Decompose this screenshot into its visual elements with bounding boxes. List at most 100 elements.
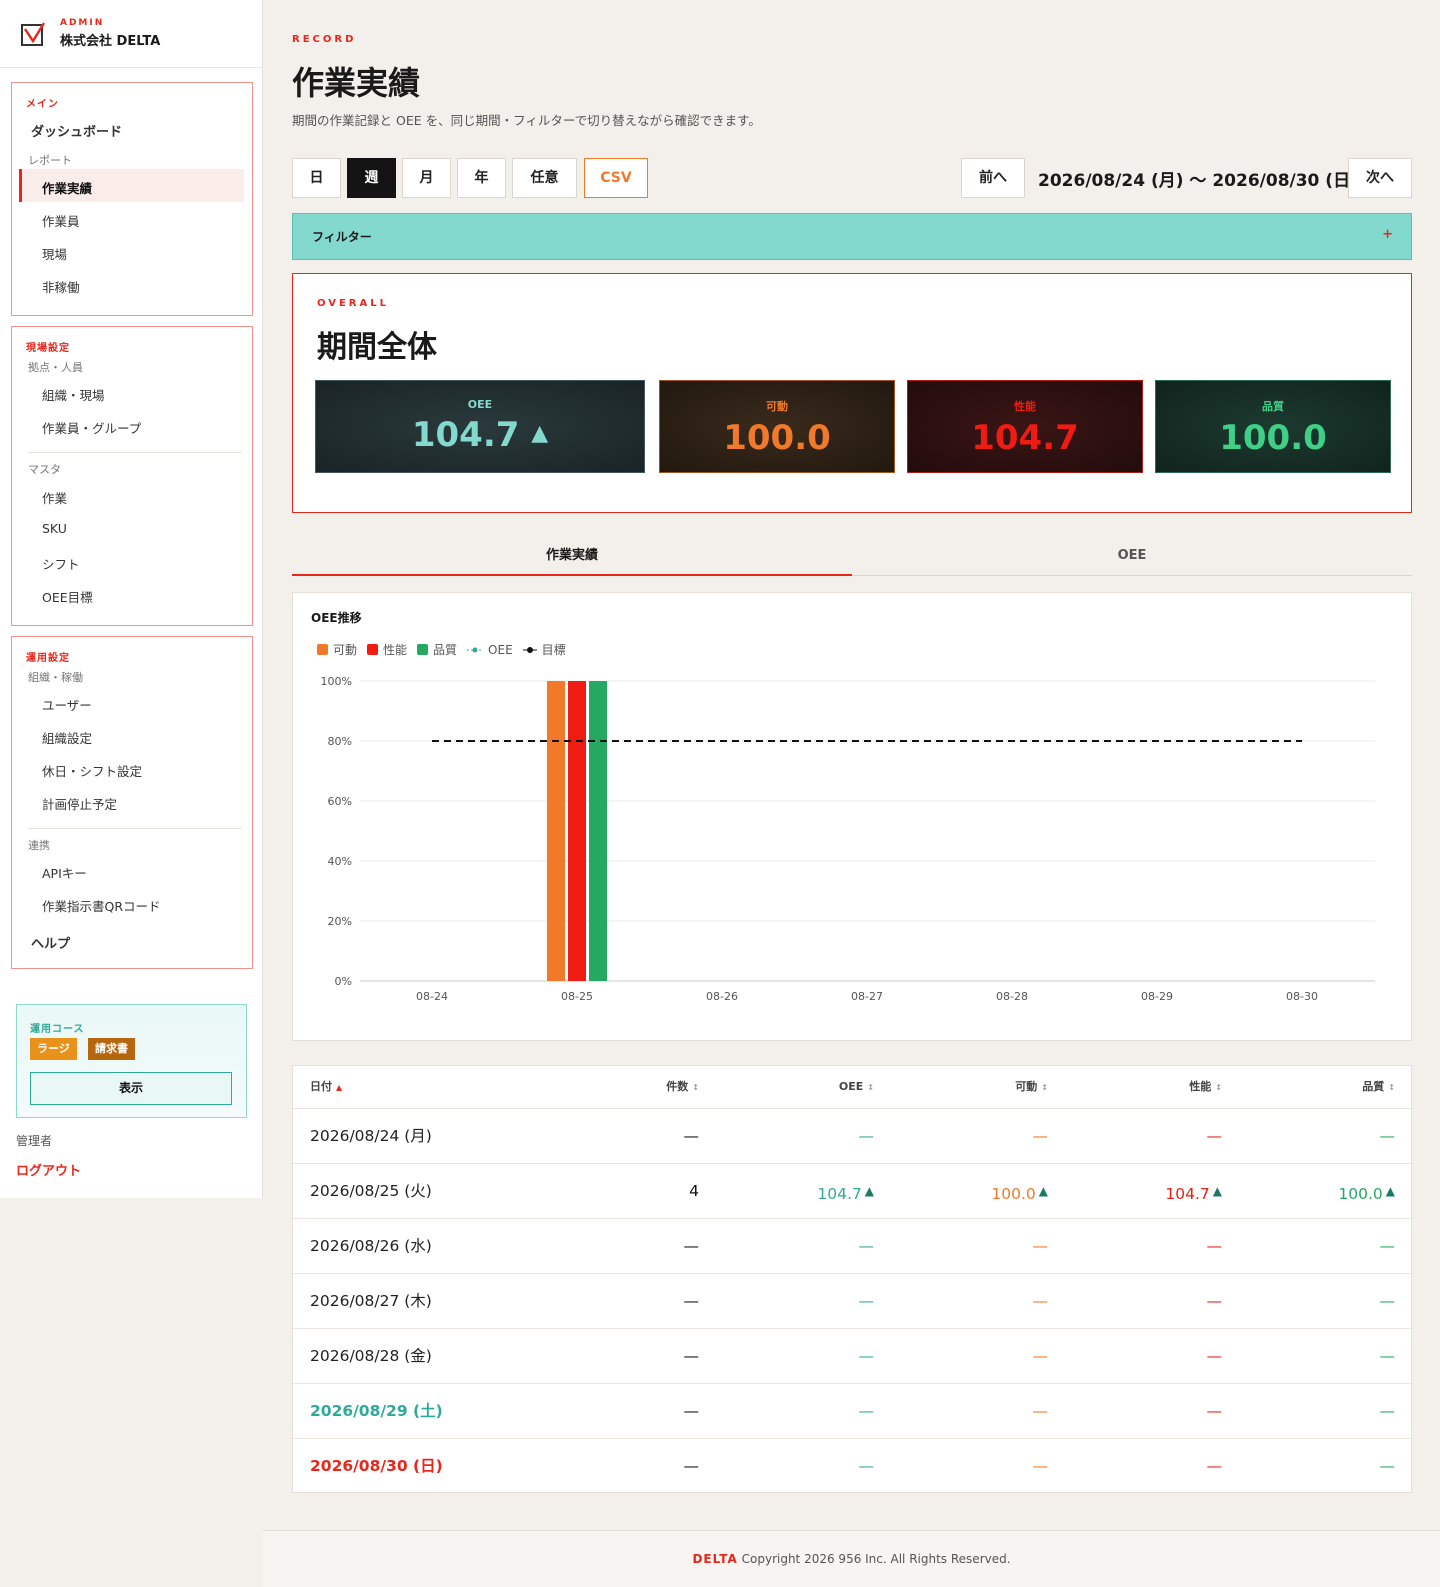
sidebar-item-tasks[interactable]: 作業 (42, 488, 67, 507)
cell-count: — (683, 1127, 700, 1145)
cell-count: 4 (689, 1182, 699, 1200)
cell-perf: — (1206, 1127, 1223, 1145)
filter-bar[interactable]: フィルター + (292, 213, 1412, 260)
sidebar-item-workers[interactable]: 作業員 (42, 211, 80, 230)
sort-icon: ↕ (692, 1083, 699, 1092)
legend-label: 可動 (333, 643, 358, 657)
tab-records[interactable]: 作業実績 (292, 536, 852, 576)
cell-oee: — (858, 1402, 875, 1420)
legend-swatch (417, 644, 429, 655)
chart-legend: 可動 性能 品質 OEE 目標 (317, 641, 566, 658)
sidebar-item-help[interactable]: ヘルプ (31, 933, 70, 952)
cell-avail: — (1032, 1347, 1049, 1365)
sidebar-item-records[interactable]: 作業実績 (42, 178, 92, 197)
legend-label: 品質 (433, 643, 458, 657)
chart-title: OEE推移 (311, 611, 362, 625)
legend-swatch (317, 644, 328, 655)
col-header-availability[interactable]: 可動 ↕ (1015, 1066, 1048, 1108)
kpi-oee-value: 104.7 (411, 415, 520, 455)
cell-qual: — (1379, 1292, 1396, 1310)
records-table: 日付 ▲ 件数 ↕ OEE ↕ 可動 ↕ 性能 ↕ 品質 ↕ 2026/08/24 (月) —… (292, 1065, 1412, 1493)
sidebar-item-sku[interactable]: SKU (42, 521, 67, 536)
course-label: 運用コース (30, 1024, 85, 1035)
cell-oee: — (858, 1237, 875, 1255)
sort-icon: ↕ (867, 1083, 874, 1092)
period-year-button[interactable]: 年 (457, 158, 506, 198)
sort-icon: ↕ (1215, 1083, 1222, 1092)
filter-label: フィルター (312, 230, 372, 244)
page-eyebrow: RECORD (292, 34, 357, 45)
up-arrow-icon: ▲ (1038, 1184, 1048, 1198)
brand-name: 株式会社 DELTA (60, 34, 161, 49)
cell-oee: — (858, 1292, 875, 1310)
legend-item: 目標 (522, 641, 566, 658)
sidebar-item-org-site[interactable]: 組織・現場 (42, 385, 105, 404)
sidebar-item-dashboard[interactable]: ダッシュボード (31, 121, 122, 140)
course-badge-large: ラージ (30, 1038, 77, 1060)
brand[interactable]: ADMIN 株式会社 DELTA (0, 0, 262, 68)
sidebar-item-api-keys[interactable]: APIキー (42, 863, 87, 882)
x-tick-label: 08-27 (851, 990, 883, 1003)
cell-avail: — (1032, 1127, 1049, 1145)
sidebar-item-qr-codes[interactable]: 作業指示書QRコード (42, 896, 161, 915)
sort-icon: ↕ (1388, 1083, 1395, 1092)
cell-oee: — (858, 1457, 875, 1475)
sidebar-item-users[interactable]: ユーザー (42, 695, 92, 714)
cell-qual: — (1379, 1347, 1396, 1365)
logout-link[interactable]: ログアウト (16, 1160, 81, 1179)
prev-period-button[interactable]: 前へ (961, 158, 1025, 198)
bar-性能 (568, 681, 586, 981)
table-row: 2026/08/24 (月) — — — — — (293, 1108, 1411, 1163)
expand-icon[interactable]: + (1382, 227, 1393, 242)
sidebar-item-holiday-shift[interactable]: 休日・シフト設定 (42, 761, 142, 780)
period-day-button[interactable]: 日 (292, 158, 341, 198)
col-header-quality[interactable]: 品質 ↕ (1362, 1066, 1395, 1108)
legend-line-icon (467, 647, 484, 652)
view-tabs: 作業実績 OEE (292, 536, 1412, 576)
col-header-date[interactable]: 日付 ▲ (310, 1066, 342, 1108)
sidebar-item-org-settings[interactable]: 組織設定 (42, 728, 92, 747)
col-header-performance[interactable]: 性能 ↕ (1189, 1066, 1222, 1108)
sidebar-item-worker-group[interactable]: 作業員・グループ (42, 418, 141, 437)
col-header-count[interactable]: 件数 ↕ (666, 1066, 699, 1108)
cell-avail: — (1032, 1292, 1049, 1310)
sidebar-item-sites[interactable]: 現場 (42, 244, 67, 263)
cell-date: 2026/08/30 (日) (310, 1457, 443, 1475)
x-tick-label: 08-30 (1286, 990, 1318, 1003)
show-course-button[interactable]: 表示 (30, 1072, 232, 1105)
period-week-button[interactable]: 週 (347, 158, 396, 198)
cell-perf: 104.7 ▲ (1165, 1184, 1222, 1203)
cell-date: 2026/08/27 (木) (310, 1292, 432, 1310)
page-description: 期間の作業記録と OEE を、同じ期間・フィルターで切り替えながら確認できます。 (292, 113, 761, 128)
overall-title: 期間全体 (317, 330, 437, 365)
legend-item: 性能 (367, 641, 407, 658)
period-custom-button[interactable]: 任意 (512, 158, 577, 198)
nav-subheading: 組織・稼働 (28, 671, 83, 684)
legend-line-icon (522, 646, 537, 653)
kpi-label: 可動 (766, 400, 788, 413)
cell-qual: 100.0 ▲ (1338, 1184, 1395, 1203)
next-period-button[interactable]: 次へ (1348, 158, 1412, 198)
kpi-availability: 可動 100.0 (659, 380, 895, 473)
period-month-button[interactable]: 月 (402, 158, 451, 198)
sidebar-item-planned-stop[interactable]: 計画停止予定 (42, 794, 117, 813)
cell-date: 2026/08/28 (金) (310, 1347, 432, 1365)
y-tick-label: 60% (328, 795, 352, 808)
x-tick-label: 08-28 (996, 990, 1028, 1003)
cell-qual: — (1379, 1127, 1396, 1145)
sidebar-item-downtime[interactable]: 非稼働 (42, 277, 80, 296)
page-title: 作業実績 (292, 64, 421, 102)
kpi-value: 100.0 (1219, 418, 1327, 458)
y-tick-label: 80% (328, 735, 352, 748)
col-header-oee[interactable]: OEE ↕ (839, 1066, 874, 1108)
tab-oee[interactable]: OEE (852, 536, 1412, 576)
x-tick-label: 08-25 (561, 990, 593, 1003)
sidebar: ADMIN 株式会社 DELTA メイン ダッシュボード レポート 作業実績 作… (0, 0, 263, 1198)
divider (28, 828, 242, 829)
up-arrow-icon: ▲ (864, 1184, 874, 1198)
cell-date: 2026/08/29 (土) (310, 1402, 443, 1420)
sidebar-item-oee-target[interactable]: OEE目標 (42, 587, 93, 606)
sidebar-item-shifts[interactable]: シフト (42, 554, 80, 573)
csv-export-button[interactable]: CSV (584, 158, 648, 198)
table-row: 2026/08/25 (火) 4 104.7 ▲ 100.0 ▲ 104.7 ▲ 100.0 ▲ (293, 1163, 1411, 1218)
